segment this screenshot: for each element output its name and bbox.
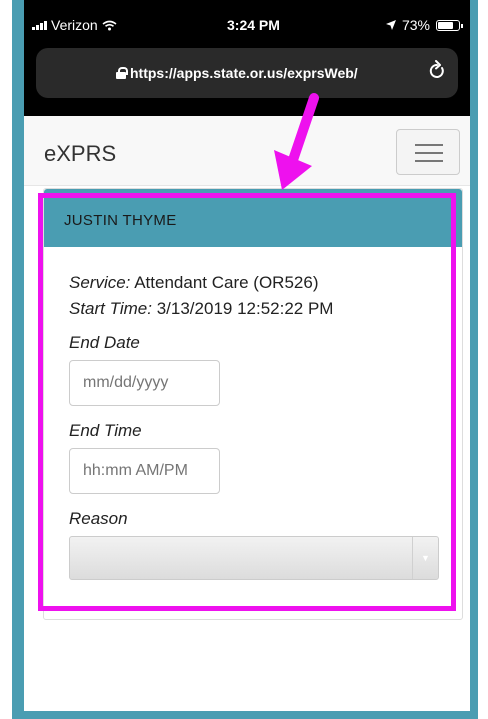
pointer-arrow-icon — [274, 93, 319, 190]
